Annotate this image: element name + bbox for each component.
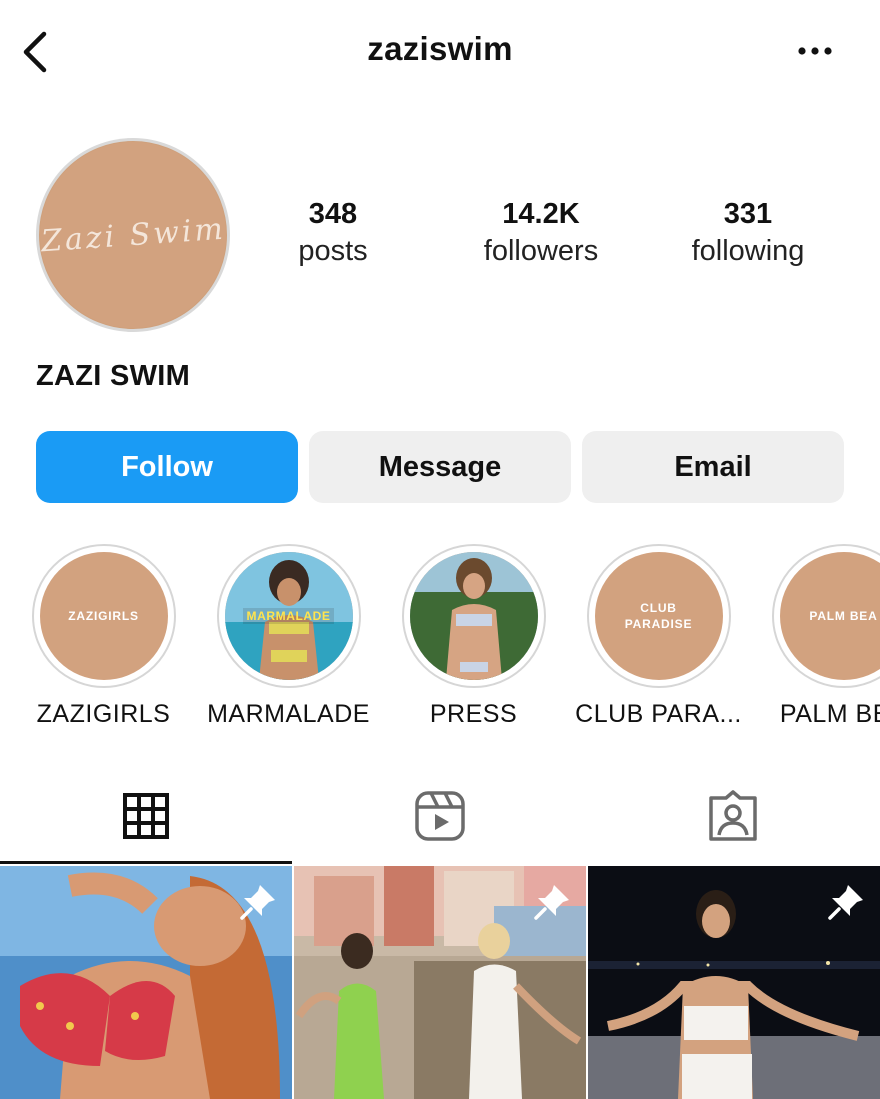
more-horizontal-icon (798, 47, 832, 55)
tagged-person-icon (709, 790, 757, 841)
post-thumbnail[interactable] (294, 866, 586, 1099)
profile-display-name: ZAZI SWIM (36, 360, 191, 392)
highlight-cover-text: ZAZIGIRLS (68, 609, 139, 623)
avatar-image: Zazi Swim (39, 141, 227, 329)
tab-grid[interactable] (118, 788, 174, 844)
profile-stats: 348 posts 14.2K followers 331 following (230, 196, 880, 286)
stat-posts-value: 348 (308, 198, 358, 230)
highlight-cover: MARMALADE (224, 552, 353, 680)
highlight-label: MARMALADE (207, 700, 370, 728)
stat-posts-label: posts (298, 235, 368, 267)
tab-tagged[interactable] (705, 788, 761, 844)
post-thumbnail[interactable] (0, 866, 292, 1099)
stat-followers[interactable]: 14.2K followers (441, 196, 641, 270)
profile-tabs (0, 770, 880, 865)
stat-followers-label: followers (483, 235, 599, 267)
highlight-ring: ZAZIGIRLS (31, 544, 176, 688)
highlight-ring: PALM BEA (771, 544, 880, 688)
email-button[interactable]: Email (582, 431, 844, 503)
top-bar: zaziswim (0, 0, 880, 104)
highlight-label: ZAZIGIRLS (36, 700, 171, 728)
highlight-ring (401, 544, 546, 688)
highlight-ring: CLUB PARADISE (586, 544, 731, 688)
highlight-label: CLUB PARA... (575, 700, 742, 728)
pin-icon (828, 885, 863, 920)
message-button[interactable]: Message (309, 431, 571, 503)
reels-icon (415, 791, 465, 841)
highlight-label: PALM BEA (779, 700, 880, 728)
stat-following[interactable]: 331 following (648, 196, 848, 270)
highlight-marmalade[interactable]: MARMALADE MARMALADE (201, 544, 376, 729)
post-thumbnail[interactable] (588, 866, 880, 1099)
highlight-palm-beach[interactable]: PALM BEA PALM BEA (756, 544, 880, 729)
highlight-cover-text: MARMALADE (243, 608, 334, 624)
post-grid (0, 866, 880, 1099)
highlight-ring: MARMALADE (216, 544, 361, 688)
highlight-cover: PALM BEA (779, 552, 880, 680)
highlight-cover (409, 552, 538, 680)
highlight-cover-text: CLUB PARADISE (624, 601, 693, 631)
highlight-label: PRESS (429, 700, 518, 728)
stat-followers-value: 14.2K (502, 198, 580, 230)
grid-icon (123, 793, 169, 839)
highlight-club-paradise[interactable]: CLUB PARADISE CLUB PARA... (571, 544, 746, 729)
highlight-press[interactable]: PRESS (386, 544, 561, 729)
stat-following-label: following (691, 235, 805, 267)
highlight-cover-text: PALM BEA (809, 609, 878, 623)
avatar-logo-text: Zazi Swim (39, 211, 227, 259)
more-options-button[interactable] (796, 36, 836, 66)
active-tab-indicator (0, 861, 292, 864)
profile-avatar[interactable]: Zazi Swim (36, 138, 230, 332)
follow-button[interactable]: Follow (36, 431, 298, 503)
highlight-cover: CLUB PARADISE (594, 552, 723, 680)
highlight-cover: ZAZIGIRLS (39, 552, 168, 680)
highlight-zazigirls[interactable]: ZAZIGIRLS ZAZIGIRLS (16, 544, 191, 729)
stat-following-value: 331 (723, 198, 773, 230)
tab-reels[interactable] (412, 788, 468, 844)
stat-posts[interactable]: 348 posts (233, 196, 433, 270)
profile-username: zaziswim (367, 30, 513, 67)
highlight-photo (409, 552, 538, 680)
pin-icon (534, 885, 569, 920)
pin-icon (240, 885, 275, 920)
